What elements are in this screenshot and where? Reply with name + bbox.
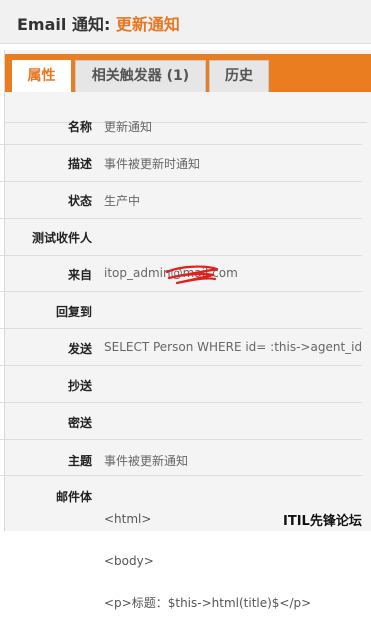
- field-row-subject: 主题 事件被更新通知: [0, 440, 362, 476]
- field-value-body: <html> <body> <p>标题：$this->html(title)$<…: [104, 484, 311, 638]
- body-line: <body>: [104, 554, 154, 568]
- title-bar: Email 通知: 更新通知: [0, 0, 371, 44]
- field-label-test-recipient: 测试收件人: [31, 231, 92, 245]
- field-value-to: SELECT Person WHERE id= :this->agent_id: [104, 340, 363, 354]
- field-row-name: 名称 更新通知: [0, 110, 362, 145]
- field-value-name: 更新通知: [104, 120, 153, 134]
- field-row-status: 状态 生产中: [0, 182, 362, 219]
- body-line: <html>: [104, 512, 152, 526]
- title-object-name: 更新通知: [115, 15, 180, 34]
- watermark-text: ITIL先锋论坛: [283, 514, 362, 529]
- field-label-to: 发送: [67, 342, 92, 356]
- field-label-description: 描述: [67, 157, 92, 171]
- page-title: Email 通知: 更新通知: [17, 11, 180, 35]
- field-label-subject: 主题: [67, 454, 92, 468]
- field-label-status: 状态: [67, 194, 92, 208]
- field-label-cc: 抄送: [67, 379, 92, 393]
- title-prefix: Email 通知:: [17, 15, 116, 34]
- field-label-name: 名称: [67, 120, 92, 134]
- field-row-reply-to: 回复到: [0, 292, 362, 329]
- field-row-to: 发送 SELECT Person WHERE id= :this->agent_…: [0, 329, 362, 366]
- field-label-from: 来自: [67, 268, 92, 282]
- field-label-body: 邮件体: [55, 490, 92, 504]
- field-row-description: 描述 事件被更新时通知: [0, 145, 362, 182]
- tab-history[interactable]: 历史: [209, 60, 269, 92]
- field-row-test-recipient: 测试收件人: [0, 219, 362, 256]
- tab-bar: 属性 相关触发器 (1) 历史: [5, 54, 371, 92]
- field-value-status: 生产中: [104, 194, 141, 208]
- tab-related-triggers[interactable]: 相关触发器 (1): [75, 60, 206, 92]
- body-line: <p>标题：$this->html(title)$</p>: [104, 596, 312, 610]
- field-value-subject: 事件被更新通知: [104, 454, 189, 468]
- field-label-reply-to: 回复到: [55, 305, 92, 319]
- field-value-description: 事件被更新时通知: [104, 157, 201, 171]
- field-row-bcc: 密送: [0, 403, 362, 440]
- redaction-scribble: [165, 265, 219, 285]
- field-label-bcc: 密送: [67, 416, 92, 430]
- tab-properties[interactable]: 属性: [12, 60, 71, 92]
- field-row-cc: 抄送: [0, 366, 362, 403]
